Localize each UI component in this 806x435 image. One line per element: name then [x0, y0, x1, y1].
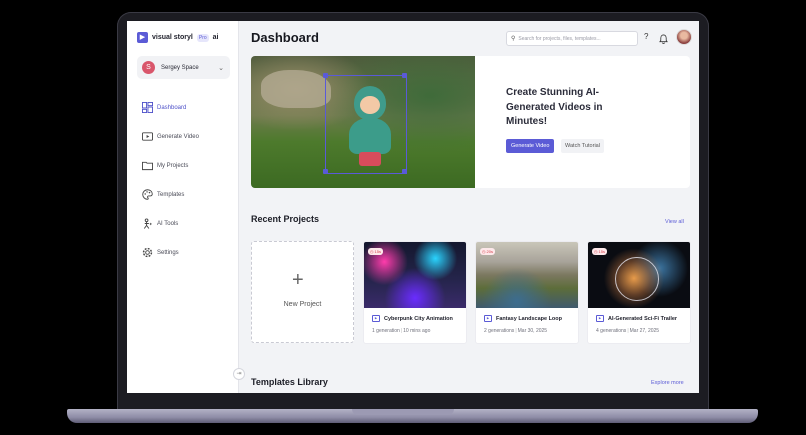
folder-icon [142, 160, 153, 171]
duration-text: 20s [486, 249, 493, 254]
clock-icon: ◷ [594, 249, 598, 254]
clock-icon: ◷ [482, 249, 486, 254]
project-time: 10 mins ago [403, 328, 431, 334]
sidebar-item-label: Settings [157, 249, 179, 256]
sidebar-item-label: Generate Video [157, 133, 199, 140]
chevron-down-icon: ⌄ [218, 64, 224, 72]
project-title: Cyberpunk City Animation [384, 315, 453, 322]
sidebar-item-label: My Projects [157, 162, 189, 169]
sidebar-item-settings[interactable]: Settings [142, 238, 199, 267]
user-name: Sergey Space [161, 64, 199, 71]
video-file-icon: ▶ [596, 315, 604, 322]
sidebar-item-dashboard[interactable]: Dashboard [142, 93, 199, 122]
generation-count: 4 generations [596, 328, 627, 334]
laptop-notch [352, 409, 454, 415]
brand-suffix: ai [212, 34, 219, 41]
video-file-icon: ▶ [484, 315, 492, 322]
search-input[interactable]: ⚲ Search for projects, files, templates.… [506, 31, 638, 46]
resize-handle[interactable] [402, 169, 407, 174]
sidebar-item-ai-tools[interactable]: AI Tools [142, 209, 199, 238]
gear-icon [142, 247, 153, 258]
pro-badge: Pro [196, 33, 209, 42]
sidebar-item-label: Templates [157, 191, 185, 198]
explore-more-link[interactable]: Explore more [651, 380, 684, 386]
sidebar-item-templates[interactable]: Templates [142, 180, 199, 209]
resize-handle[interactable] [402, 73, 407, 78]
bell-icon[interactable] [659, 31, 668, 44]
project-time: Mar 30, 2025 [517, 328, 548, 334]
brand-name: visual storyl [152, 34, 193, 41]
templates-library-title: Templates Library [251, 377, 328, 387]
app-screen: ▶ visual storyl Pro ai S Sergey Space ⌄ … [127, 21, 699, 393]
recent-projects-title: Recent Projects [251, 214, 320, 224]
clock-icon: ◷ [370, 249, 374, 254]
sidebar-item-generate-video[interactable]: Generate Video [142, 122, 199, 151]
project-time: Mar 27, 2025 [629, 328, 660, 334]
resize-handle[interactable] [323, 73, 328, 78]
dashboard-icon [142, 102, 153, 113]
duration-badge: ◷ 20s [480, 248, 495, 255]
sidebar-item-label: AI Tools [157, 220, 179, 227]
plus-icon: + [292, 269, 304, 291]
user-avatar[interactable] [676, 29, 692, 45]
project-title-row: ▶ Fantasy Landscape Loop [484, 315, 562, 322]
video-file-icon: ▶ [372, 315, 380, 322]
project-title: AI-Generated Sci-Fi Trailer [608, 315, 678, 322]
project-meta: 1 generation|10 mins ago [372, 328, 430, 334]
duration-text: 15s [374, 249, 381, 254]
help-icon[interactable]: ? [644, 32, 648, 41]
duration-badge: ◷ 15s [368, 248, 383, 255]
hero-heading: Create Stunning AI-Generated Videos in M… [506, 87, 603, 127]
ai-tools-icon [142, 218, 153, 229]
view-all-link[interactable]: View all [665, 219, 684, 225]
project-title: Fantasy Landscape Loop [496, 315, 563, 322]
project-title-row: ▶ AI-Generated Sci-Fi Trailer [596, 315, 677, 322]
video-icon [142, 131, 153, 142]
generation-count: 1 generation [372, 328, 400, 334]
sidebar-nav: Dashboard Generate Video My Projects Tem… [142, 93, 199, 267]
duration-text: 15s [598, 249, 605, 254]
search-placeholder: Search for projects, files, templates... [518, 35, 601, 42]
generate-video-button[interactable]: Generate Video [506, 139, 555, 153]
project-meta: 2 generations|Mar 30, 2025 [484, 328, 547, 334]
project-meta: 4 generations|Mar 27, 2025 [596, 328, 659, 334]
bubble-shape [615, 257, 659, 301]
watch-tutorial-button[interactable]: Watch Tutorial [561, 139, 604, 153]
brand[interactable]: ▶ visual storyl Pro ai [137, 32, 218, 43]
selection-box[interactable] [325, 75, 407, 174]
hero-banner: Create Stunning AI-Generated Videos in M… [251, 56, 690, 188]
project-title-row: ▶ Cyberpunk City Animation [372, 315, 453, 322]
generation-count: 2 generations [484, 328, 515, 334]
logo-icon: ▶ [137, 32, 148, 43]
sidebar-item-label: Dashboard [157, 104, 187, 111]
collapse-sidebar-button[interactable]: ⇥ [233, 368, 245, 380]
hero-rock [261, 70, 331, 108]
duration-badge: ◷ 15s [592, 248, 607, 255]
project-card[interactable]: ◷ 15s ▶ Cyberpunk City Animation 1 genera… [363, 241, 467, 344]
page-title: Dashboard [251, 30, 319, 45]
workspace-switcher[interactable]: S Sergey Space ⌄ [137, 56, 230, 79]
resize-handle[interactable] [323, 169, 328, 174]
sidebar-item-my-projects[interactable]: My Projects [142, 151, 199, 180]
project-card[interactable]: ◷ 15s ▶ AI-Generated Sci-Fi Trailer 4 gen… [587, 241, 691, 344]
sidebar: ▶ visual storyl Pro ai S Sergey Space ⌄ … [127, 21, 239, 393]
hero-image [251, 56, 475, 188]
new-project-card[interactable]: + New Project [251, 241, 354, 343]
project-card[interactable]: ◷ 20s ▶ Fantasy Landscape Loop 2 generati… [475, 241, 579, 344]
new-project-label: New Project [283, 301, 322, 308]
search-icon: ⚲ [511, 36, 516, 42]
palette-icon [142, 189, 153, 200]
avatar: S [142, 61, 155, 74]
